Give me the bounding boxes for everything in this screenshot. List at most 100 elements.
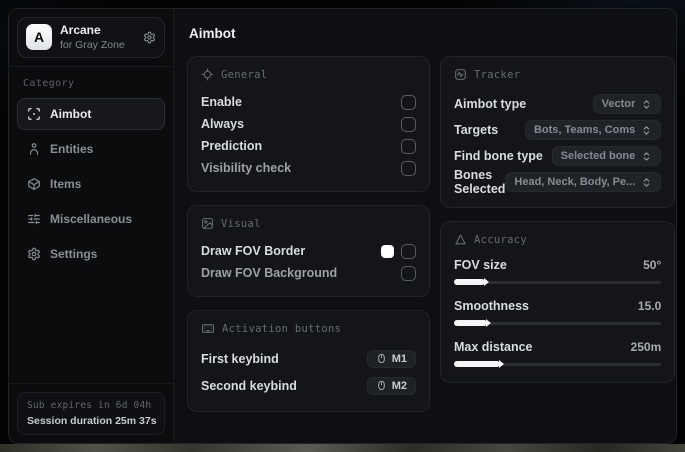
max-distance-value: 250m bbox=[630, 340, 662, 354]
setting-label: Prediction bbox=[201, 139, 263, 153]
prediction-checkbox[interactable] bbox=[401, 138, 416, 154]
setting-row-fov-size: FOV size 50° bbox=[454, 256, 662, 286]
panel-title: General bbox=[221, 68, 268, 81]
subscription-card: Sub expires in 6d 04h Session duration 2… bbox=[17, 392, 165, 435]
setting-row-draw-fov-background: Draw FOV Background bbox=[201, 262, 416, 284]
setting-row-visibility-check: Visibility check bbox=[201, 157, 416, 179]
setting-row-max-distance: Max distance 250m bbox=[454, 338, 662, 368]
sidebar-item-settings[interactable]: Settings bbox=[17, 238, 165, 270]
smoothness-value: 15.0 bbox=[637, 299, 662, 313]
setting-row-prediction: Prediction bbox=[201, 135, 416, 157]
setting-label: Bones Selected bbox=[454, 168, 506, 196]
panel-title: Visual bbox=[221, 217, 261, 230]
panel-title: Accuracy bbox=[474, 233, 527, 246]
crosshair-scan-icon bbox=[27, 107, 41, 121]
setting-row-find-bone-type: Find bone type Selected bone bbox=[454, 143, 662, 169]
slider-fill bbox=[454, 361, 500, 367]
max-distance-slider[interactable] bbox=[454, 360, 662, 368]
setting-label: Visibility check bbox=[201, 161, 292, 175]
find-bone-type-select[interactable]: Selected bone bbox=[551, 146, 662, 166]
session-duration-text: Session duration 25m 37s bbox=[27, 415, 157, 427]
setting-label: Max distance bbox=[454, 340, 533, 354]
chevrons-up-down-icon bbox=[641, 99, 652, 110]
draw-fov-background-checkbox[interactable] bbox=[401, 265, 416, 281]
always-checkbox[interactable] bbox=[401, 116, 416, 132]
keyboard-icon bbox=[201, 322, 215, 335]
sidebar-item-items[interactable]: Items bbox=[17, 168, 165, 200]
app-window: A Arcane for Gray Zone Category Aimbot E… bbox=[8, 8, 677, 444]
setting-row-enable: Enable bbox=[201, 91, 416, 113]
enable-checkbox[interactable] bbox=[401, 94, 416, 110]
person-icon bbox=[27, 142, 41, 156]
setting-row-bones-selected: Bones Selected Head, Neck, Body, Pe... bbox=[454, 168, 662, 196]
visual-panel: Visual Draw FOV Border Draw FOV Backgrou… bbox=[187, 205, 430, 297]
general-panel: General Enable Always Prediction Visibil… bbox=[187, 56, 430, 192]
setting-row-draw-fov-border: Draw FOV Border bbox=[201, 240, 416, 262]
setting-row-smoothness: Smoothness 15.0 bbox=[454, 297, 662, 327]
sidebar-item-miscellaneous[interactable]: Miscellaneous bbox=[17, 203, 165, 235]
sidebar: A Arcane for Gray Zone Category Aimbot E… bbox=[9, 9, 174, 443]
select-value: Vector bbox=[601, 98, 636, 110]
app-logo: A bbox=[26, 24, 52, 51]
tracker-panel: Tracker Aimbot type Vector Targets Bots,… bbox=[440, 56, 676, 208]
sidebar-item-label: Entities bbox=[50, 141, 94, 156]
app-name: Arcane bbox=[60, 23, 101, 37]
sub-expiry-text: Sub expires in 6d 04h bbox=[27, 400, 152, 411]
sidebar-item-label: Aimbot bbox=[50, 106, 92, 121]
sidebar-nav: Category Aimbot Entities Items Miscellan… bbox=[9, 67, 173, 383]
setting-label: Always bbox=[201, 117, 245, 131]
targets-select[interactable]: Bots, Teams, Coms bbox=[524, 120, 662, 140]
fov-size-value: 50° bbox=[643, 258, 662, 272]
first-keybind-button[interactable]: M1 bbox=[366, 349, 416, 368]
sidebar-item-label: Miscellaneous bbox=[50, 211, 133, 226]
panel-title: Tracker bbox=[474, 68, 521, 81]
aimbot-type-select[interactable]: Vector bbox=[592, 94, 662, 114]
setting-row-first-keybind: First keybind M1 bbox=[201, 345, 416, 372]
fov-border-color-swatch[interactable] bbox=[381, 244, 394, 258]
setting-label: FOV size bbox=[454, 258, 507, 272]
tracker-pulse-icon bbox=[454, 68, 467, 81]
mouse-icon bbox=[376, 380, 387, 391]
triangle-icon bbox=[454, 233, 467, 246]
second-keybind-button[interactable]: M2 bbox=[366, 376, 416, 395]
select-value: Bots, Teams, Coms bbox=[533, 124, 636, 136]
select-value: Head, Neck, Body, Pe... bbox=[514, 176, 636, 188]
sidebar-item-entities[interactable]: Entities bbox=[17, 133, 165, 165]
chevrons-up-down-icon bbox=[641, 125, 652, 136]
page-title: Aimbot bbox=[189, 26, 236, 41]
setting-label: First keybind bbox=[201, 351, 279, 366]
header-gear-icon[interactable] bbox=[143, 31, 156, 44]
activation-buttons-panel: Activation buttons First keybind M1 Seco… bbox=[187, 310, 430, 412]
sliders-icon bbox=[27, 212, 41, 226]
sidebar-header: A Arcane for Gray Zone bbox=[9, 9, 173, 67]
sidebar-item-aimbot[interactable]: Aimbot bbox=[17, 97, 165, 130]
crosshair-icon bbox=[201, 68, 214, 81]
setting-row-aimbot-type: Aimbot type Vector bbox=[454, 91, 662, 117]
setting-label: Second keybind bbox=[201, 378, 297, 393]
visibility-check-checkbox[interactable] bbox=[401, 160, 416, 176]
keybind-value: M1 bbox=[391, 352, 407, 365]
fov-size-slider[interactable] bbox=[454, 278, 662, 286]
draw-fov-border-checkbox[interactable] bbox=[401, 243, 416, 259]
slider-fill bbox=[454, 320, 488, 326]
setting-label: Find bone type bbox=[454, 149, 543, 163]
slider-fill bbox=[454, 279, 486, 285]
mouse-icon bbox=[376, 353, 387, 364]
setting-label: Enable bbox=[201, 95, 242, 109]
image-icon bbox=[201, 217, 214, 230]
keybind-value: M2 bbox=[391, 379, 407, 392]
chevrons-up-down-icon bbox=[641, 151, 652, 162]
setting-label: Targets bbox=[454, 123, 499, 137]
game-background-ground bbox=[0, 444, 685, 452]
setting-label: Draw FOV Border bbox=[201, 244, 306, 258]
sidebar-item-label: Items bbox=[50, 176, 82, 191]
app-header-card: A Arcane for Gray Zone bbox=[17, 17, 165, 58]
accuracy-panel: Accuracy FOV size 50° Smoothness 15.0 Ma… bbox=[440, 221, 676, 383]
setting-row-targets: Targets Bots, Teams, Coms bbox=[454, 117, 662, 143]
setting-label: Smoothness bbox=[454, 299, 530, 313]
smoothness-slider[interactable] bbox=[454, 319, 662, 327]
main-content: Aimbot General Enable Always Prediction … bbox=[174, 9, 676, 443]
package-icon bbox=[27, 177, 41, 191]
bones-selected-select[interactable]: Head, Neck, Body, Pe... bbox=[505, 172, 662, 192]
select-value: Selected bone bbox=[560, 150, 636, 162]
